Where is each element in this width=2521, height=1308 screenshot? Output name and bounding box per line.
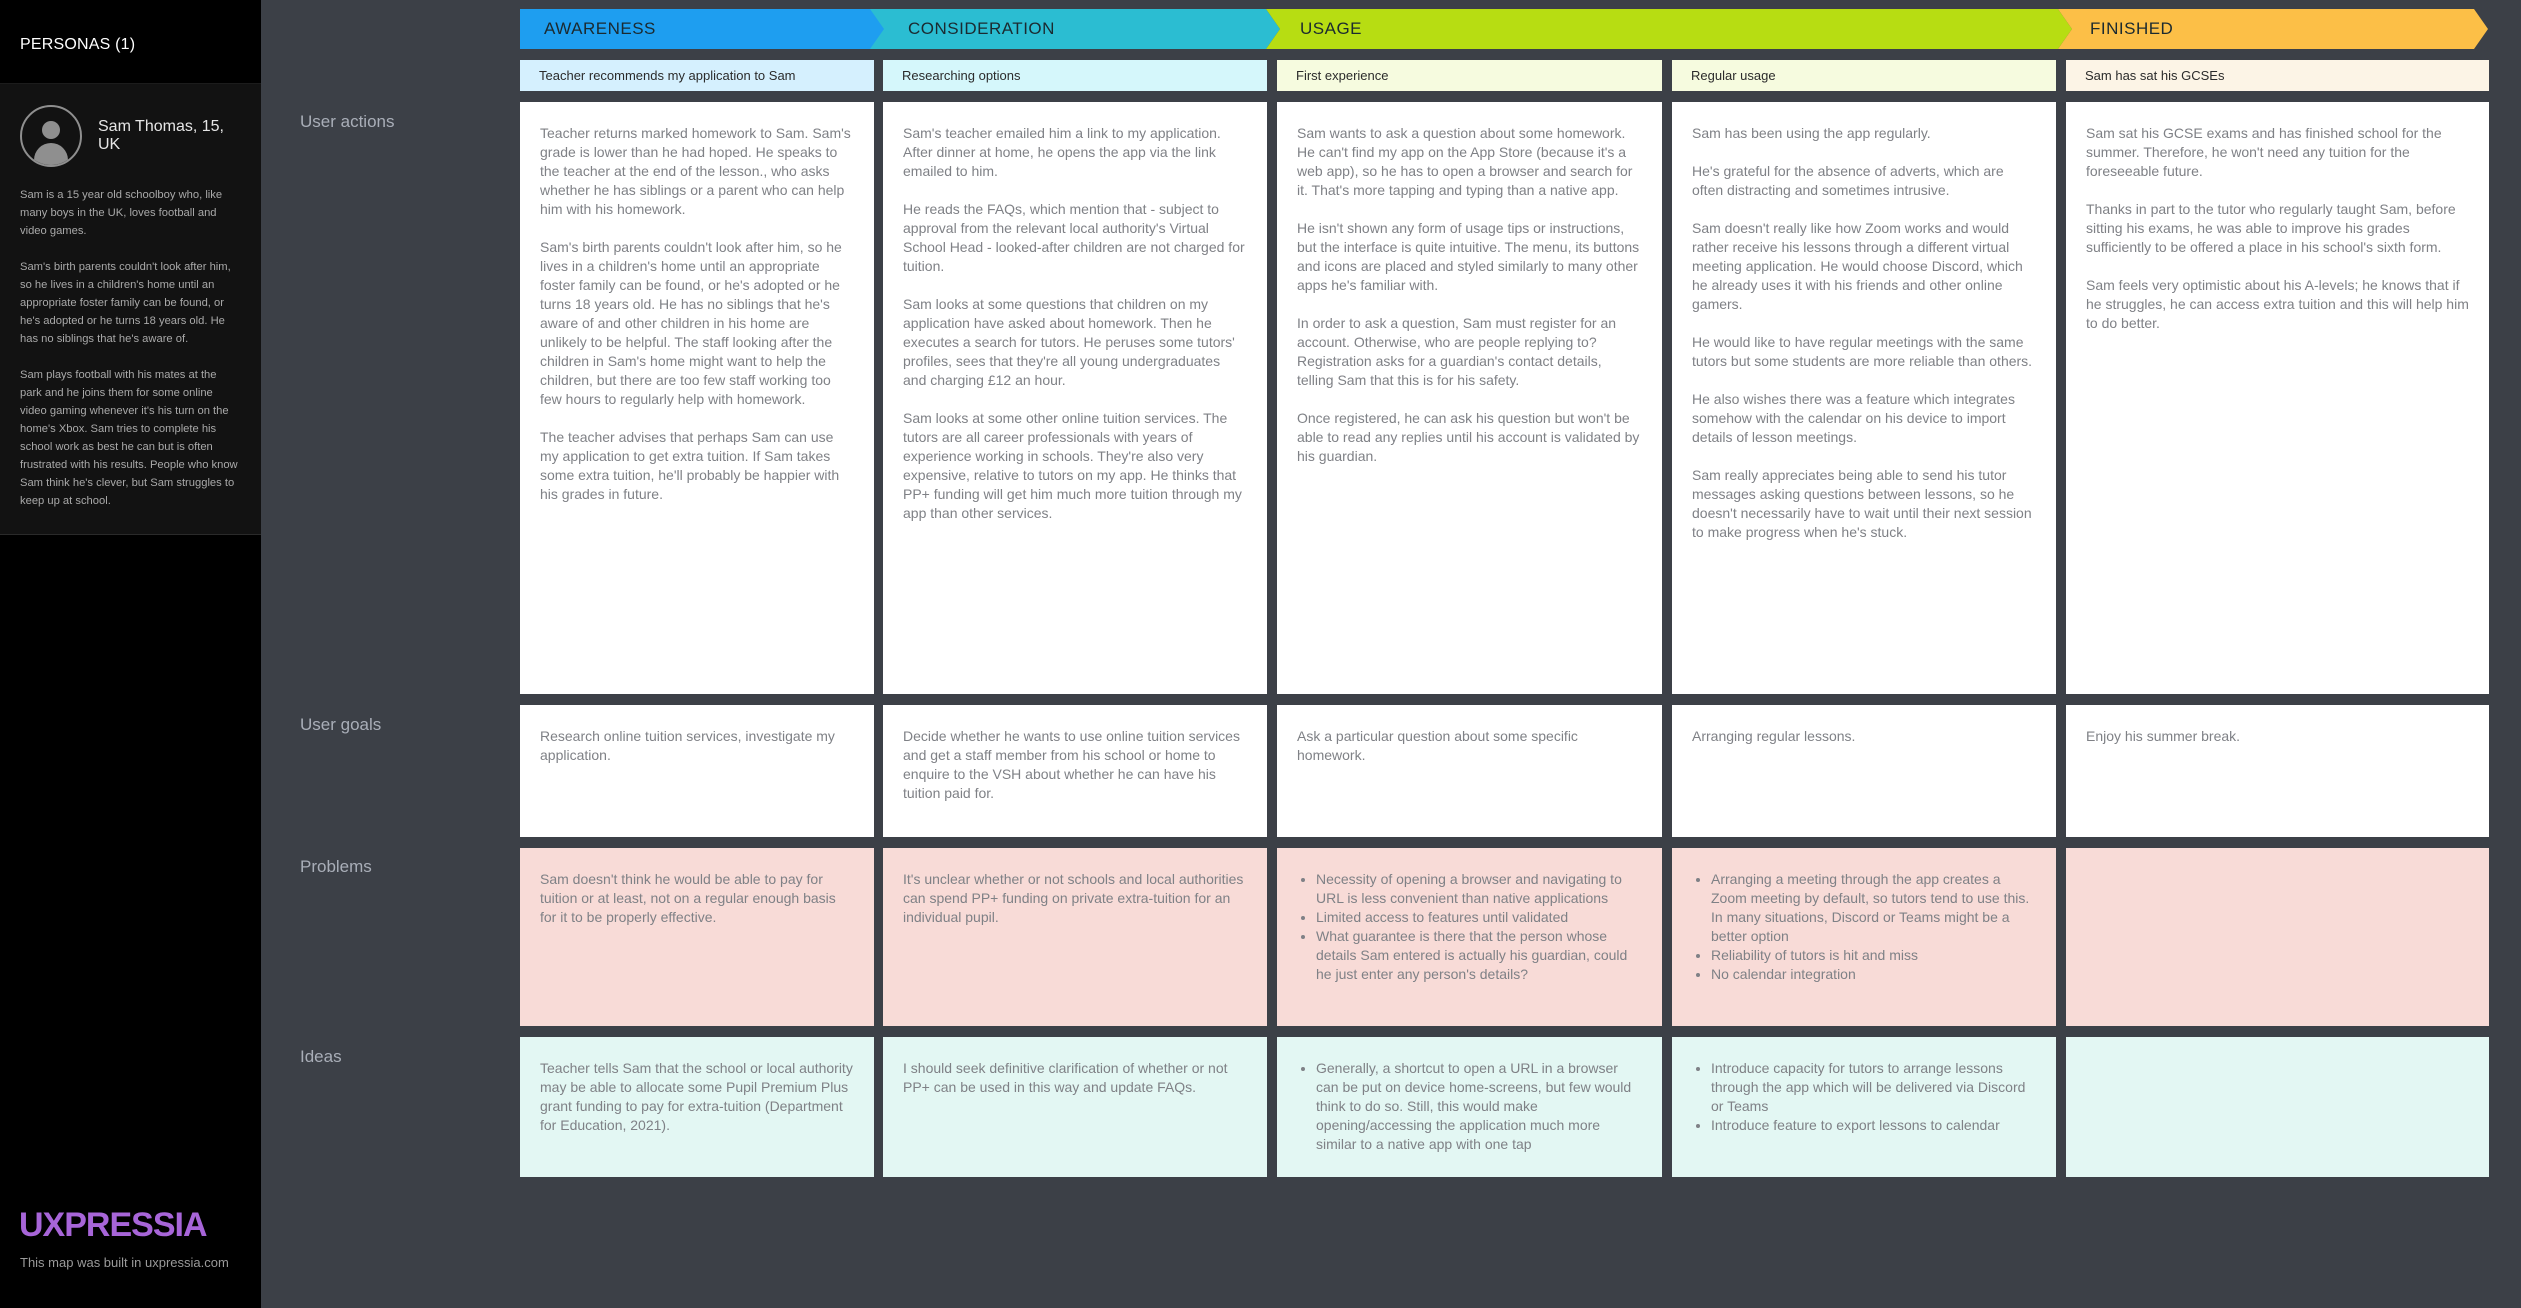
idea-item: Introduce feature to export lessons to c… (1711, 1116, 2036, 1135)
persona-bio-paragraph: Sam's birth parents couldn't look after … (20, 261, 231, 345)
action-paragraph: Sam doesn't really like how Zoom works a… (1692, 220, 2023, 312)
idea-text: Teacher tells Sam that the school or loc… (540, 1060, 853, 1133)
persona-name: Sam Thomas, 15, UK (98, 118, 224, 153)
actions-cell-finished[interactable]: Sam sat his GCSE exams and has finished … (2066, 102, 2489, 694)
persona-header: Sam Thomas, 15, UK (20, 104, 241, 168)
persona-card[interactable]: Sam Thomas, 15, UK Sam is a 15 year old … (0, 84, 261, 535)
step-card[interactable]: Researching options (883, 60, 1267, 91)
goals-cell-first-experience[interactable]: Ask a particular question about some spe… (1277, 705, 1662, 837)
action-paragraph: The teacher advises that perhaps Sam can… (540, 429, 840, 502)
action-paragraph: He also wishes there was a feature which… (1692, 391, 2015, 445)
built-with-note: This map was built in uxpressia.com (20, 1255, 229, 1270)
problem-item: What guarantee is there that the person … (1316, 927, 1642, 984)
problems-cell-consideration[interactable]: It's unclear whether or not schools and … (883, 848, 1267, 1026)
step-card[interactable]: Regular usage (1672, 60, 2056, 91)
personas-header[interactable]: PERSONAS (1) (0, 0, 261, 84)
row-label-problems: Problems (300, 857, 372, 876)
stage-finished[interactable]: FINISHED (2058, 9, 2488, 49)
actions-cell-first-experience[interactable]: Sam wants to ask a question about some h… (1277, 102, 1662, 694)
step-card[interactable]: Sam has sat his GCSEs (2066, 60, 2489, 91)
ideas-cell-awareness[interactable]: Teacher tells Sam that the school or loc… (520, 1037, 874, 1177)
action-paragraph: He isn't shown any form of usage tips or… (1297, 220, 1640, 293)
problems-cell-finished[interactable] (2066, 848, 2489, 1026)
stage-awareness[interactable]: AWARENESS (520, 9, 886, 49)
problems-cell-awareness[interactable]: Sam doesn't think he would be able to pa… (520, 848, 874, 1026)
goal-text: Decide whether he wants to use online tu… (903, 728, 1240, 801)
stage-label: CONSIDERATION (908, 19, 1055, 38)
persona-bio: Sam is a 15 year old schoolboy who, like… (20, 186, 241, 510)
action-paragraph: He would like to have regular meetings w… (1692, 334, 2033, 369)
action-paragraph: Once registered, he can ask his question… (1297, 410, 1640, 464)
goal-text: Arranging regular lessons. (1692, 728, 1856, 744)
action-paragraph: Sam has been using the app regularly. (1692, 125, 1931, 141)
actions-cell-awareness[interactable]: Teacher returns marked homework to Sam. … (520, 102, 874, 694)
stage-label: AWARENESS (544, 19, 656, 38)
goals-cell-finished[interactable]: Enjoy his summer break. (2066, 705, 2489, 837)
stage-label: USAGE (1300, 19, 1363, 38)
goals-cell-consideration[interactable]: Decide whether he wants to use online tu… (883, 705, 1267, 837)
actions-cell-regular-usage[interactable]: Sam has been using the app regularly. He… (1672, 102, 2056, 694)
row-label-user-actions: User actions (300, 112, 395, 131)
action-paragraph: Teacher returns marked homework to Sam. … (540, 125, 851, 217)
goal-text: Enjoy his summer break. (2086, 728, 2241, 744)
uxpressia-logo[interactable]: UXPRESSIA (19, 1206, 207, 1245)
goals-cell-regular-usage[interactable]: Arranging regular lessons. (1672, 705, 2056, 837)
stage-usage[interactable]: USAGE (1266, 9, 2072, 49)
action-paragraph: Sam's birth parents couldn't look after … (540, 239, 842, 407)
ideas-cell-finished[interactable] (2066, 1037, 2489, 1177)
row-label-user-goals: User goals (300, 715, 382, 734)
idea-item: Introduce capacity for tutors to arrange… (1711, 1059, 2036, 1116)
actions-cell-consideration[interactable]: Sam's teacher emailed him a link to my a… (883, 102, 1267, 694)
goal-text: Research online tuition services, invest… (540, 728, 835, 763)
problem-list: Arranging a meeting through the app crea… (1692, 870, 2036, 984)
problem-item: Necessity of opening a browser and navig… (1316, 870, 1642, 908)
persona-bio-paragraph: Sam is a 15 year old schoolboy who, like… (20, 189, 223, 237)
ideas-cell-regular-usage[interactable]: Introduce capacity for tutors to arrange… (1672, 1037, 2056, 1177)
action-paragraph: Sam looks at some other online tuition s… (903, 410, 1242, 521)
problem-list: Necessity of opening a browser and navig… (1297, 870, 1642, 984)
action-paragraph: Sam looks at some questions that childre… (903, 296, 1235, 388)
action-paragraph: Sam feels very optimistic about his A-le… (2086, 277, 2469, 331)
problem-item: No calendar integration (1711, 965, 2036, 984)
action-paragraph: Thanks in part to the tutor who regularl… (2086, 201, 2456, 255)
action-paragraph: Sam wants to ask a question about some h… (1297, 125, 1633, 198)
row-label-ideas: Ideas (300, 1047, 342, 1066)
action-paragraph: Sam sat his GCSE exams and has finished … (2086, 125, 2442, 179)
idea-list: Generally, a shortcut to open a URL in a… (1297, 1059, 1642, 1154)
stage-consideration[interactable]: CONSIDERATION (870, 9, 1280, 49)
problem-item: Arranging a meeting through the app crea… (1711, 870, 2036, 946)
problem-item: Reliability of tutors is hit and miss (1711, 946, 2036, 965)
ideas-cell-consideration[interactable]: I should seek definitive clarification o… (883, 1037, 1267, 1177)
idea-item: Generally, a shortcut to open a URL in a… (1316, 1059, 1642, 1154)
personas-sidebar: PERSONAS (1) Sam Thomas, 15, UK Sam is a… (0, 0, 261, 1308)
problem-item: Limited access to features until validat… (1316, 908, 1642, 927)
avatar-icon (20, 105, 82, 167)
stage-label: FINISHED (2090, 19, 2174, 38)
step-card[interactable]: First experience (1277, 60, 1662, 91)
idea-text: I should seek definitive clarification o… (903, 1060, 1228, 1095)
problem-text: Sam doesn't think he would be able to pa… (540, 871, 836, 925)
idea-list: Introduce capacity for tutors to arrange… (1692, 1059, 2036, 1135)
ideas-cell-first-experience[interactable]: Generally, a shortcut to open a URL in a… (1277, 1037, 1662, 1177)
persona-bio-paragraph: Sam plays football with his mates at the… (20, 369, 238, 507)
step-card[interactable]: Teacher recommends my application to Sam (520, 60, 874, 91)
problems-cell-first-experience[interactable]: Necessity of opening a browser and navig… (1277, 848, 1662, 1026)
problem-text: It's unclear whether or not schools and … (903, 871, 1244, 925)
goals-cell-awareness[interactable]: Research online tuition services, invest… (520, 705, 874, 837)
action-paragraph: He's grateful for the absence of adverts… (1692, 163, 2004, 198)
action-paragraph: Sam's teacher emailed him a link to my a… (903, 125, 1221, 179)
problems-cell-regular-usage[interactable]: Arranging a meeting through the app crea… (1672, 848, 2056, 1026)
action-paragraph: Sam really appreciates being able to sen… (1692, 467, 2032, 540)
action-paragraph: In order to ask a question, Sam must reg… (1297, 315, 1617, 388)
action-paragraph: He reads the FAQs, which mention that - … (903, 201, 1245, 274)
goal-text: Ask a particular question about some spe… (1297, 728, 1578, 763)
